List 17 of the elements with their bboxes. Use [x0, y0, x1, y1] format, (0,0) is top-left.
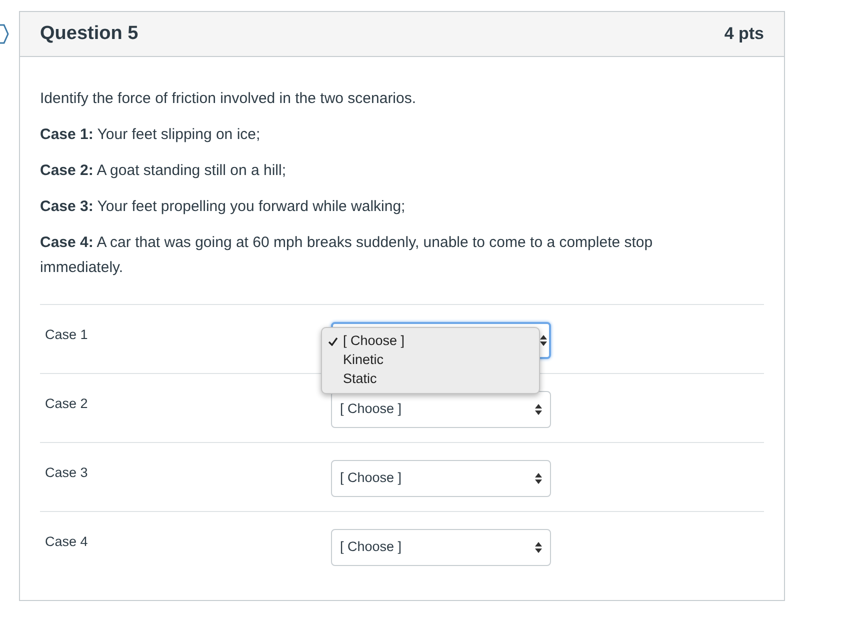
dropdown[interactable]: [ Choose ] [331, 391, 551, 428]
question-text: Identify the force of friction involved in the two scenarios. [40, 89, 418, 109]
case-label: Case 4 [45, 534, 88, 549]
question-text: Case 3: Your feet propelling you forward while walking; [40, 197, 406, 217]
question-text: Case 2: A goat standing still on a hill; [40, 161, 288, 181]
menu-option[interactable]: [ Choose ] [322, 332, 539, 351]
dropdown[interactable]: [ Choose ] [331, 529, 551, 566]
question-title: Question 5 [40, 22, 138, 46]
points-label: 4 pts [724, 23, 764, 46]
question-text: Case 1: Your feet slipping on ice; [40, 125, 262, 145]
question-text: Case 4: A car that was going at 60 mph breaks suddenly, unable to come to a complete stop immediately. [40, 233, 654, 278]
case-label: Case 3 [45, 465, 88, 480]
dropdown[interactable]: [ Choose ] [331, 460, 551, 497]
case-label: Case 2 [45, 396, 88, 411]
case-label: Case 1 [45, 327, 88, 342]
menu-option[interactable]: Kinetic [322, 351, 539, 370]
menu-option[interactable]: Static [322, 370, 539, 389]
